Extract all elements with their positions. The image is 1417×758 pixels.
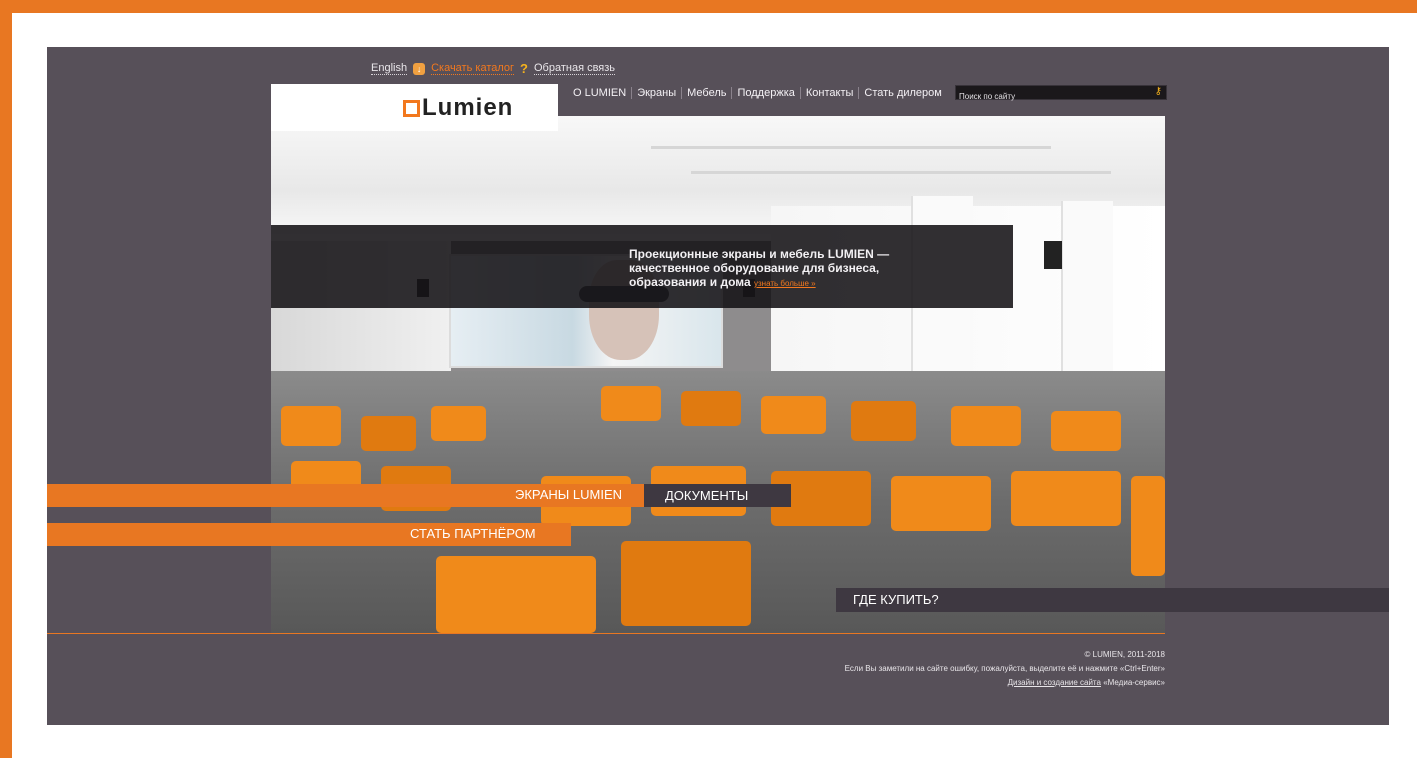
screens-button[interactable]: ЭКРАНЫ LUMIEN	[515, 487, 622, 502]
nav-item-screens[interactable]: Экраны	[631, 87, 681, 99]
footer: © LUMIEN, 2011-2018 Если Вы заметили на …	[845, 648, 1165, 690]
design-credit: Дизайн и создание сайта «Медиа-сервис»	[845, 676, 1165, 690]
logo-text: Lumien	[422, 94, 514, 121]
logo[interactable]: Lumien	[403, 94, 513, 122]
hero-banner: Проекционные экраны и мебель LUMIEN — ка…	[271, 225, 1013, 308]
chair	[361, 416, 416, 451]
chair	[851, 401, 916, 441]
chair	[1131, 476, 1165, 576]
search-input[interactable]	[956, 90, 1144, 103]
logo-square-icon	[403, 99, 420, 117]
banner-line-2: качественное оборудование для бизнеса,	[629, 261, 880, 275]
banner-line-1: Проекционные экраны и мебель LUMIEN —	[629, 247, 890, 261]
chair	[681, 391, 741, 426]
chair	[431, 406, 486, 441]
partner-button[interactable]: СТАТЬ ПАРТНЁРОМ	[410, 526, 536, 541]
download-catalog-link[interactable]: Скачать каталог	[431, 62, 515, 75]
chair	[951, 406, 1021, 446]
nav-item-about[interactable]: О LUMIEN	[573, 87, 631, 99]
chair	[1051, 411, 1121, 451]
question-icon: ?	[520, 61, 528, 76]
design-link[interactable]: Дизайн и создание сайта	[1008, 678, 1101, 687]
nav-item-furniture[interactable]: Мебель	[681, 87, 731, 99]
where-to-buy-button[interactable]: ГДЕ КУПИТЬ?	[836, 588, 1389, 612]
ceiling-panel	[651, 146, 1051, 149]
search-key-icon[interactable]: ⚷	[1155, 86, 1162, 97]
logo-box[interactable]: Lumien	[271, 84, 558, 131]
download-icon: ↓	[413, 62, 426, 75]
ceiling-panel	[691, 171, 1111, 174]
frame-top-border	[0, 0, 1417, 13]
page: English ↓ Скачать каталог ? Обратная свя…	[47, 47, 1389, 725]
error-notice: Если Вы заметили на сайте ошибку, пожалу…	[844, 664, 1165, 673]
feedback-link[interactable]: Обратная связь	[533, 62, 616, 75]
english-link[interactable]: English	[371, 62, 408, 75]
search-box: ⚷	[955, 85, 1167, 103]
chair	[281, 406, 341, 446]
chair	[621, 541, 751, 626]
documents-button[interactable]: ДОКУМЕНТЫ	[644, 484, 791, 507]
copyright: © LUMIEN, 2011-2018	[1084, 650, 1165, 659]
frame-left-border	[0, 0, 12, 758]
nav-item-dealer[interactable]: Стать дилером	[858, 87, 946, 99]
chair	[436, 556, 596, 633]
utility-links: English ↓ Скачать каталог ? Обратная свя…	[371, 61, 616, 76]
nav-item-contacts[interactable]: Контакты	[799, 87, 859, 99]
learn-more-link[interactable]: узнать больше »	[754, 279, 816, 288]
hero-image: Проекционные экраны и мебель LUMIEN — ка…	[271, 116, 1165, 633]
nav-item-support[interactable]: Поддержка	[731, 87, 799, 99]
chair	[761, 396, 826, 434]
chair	[891, 476, 991, 531]
banner-line-3: образования и дома	[629, 275, 751, 289]
speaker-wall	[1044, 241, 1062, 269]
hero-divider-line	[47, 633, 1165, 634]
main-nav: О LUMIEN Экраны Мебель Поддержка Контакт…	[573, 87, 947, 99]
design-company: «Медиа-сервис»	[1103, 678, 1165, 687]
chair	[1011, 471, 1121, 526]
banner-text: Проекционные экраны и мебель LUMIEN — ка…	[629, 247, 899, 291]
chair	[601, 386, 661, 421]
